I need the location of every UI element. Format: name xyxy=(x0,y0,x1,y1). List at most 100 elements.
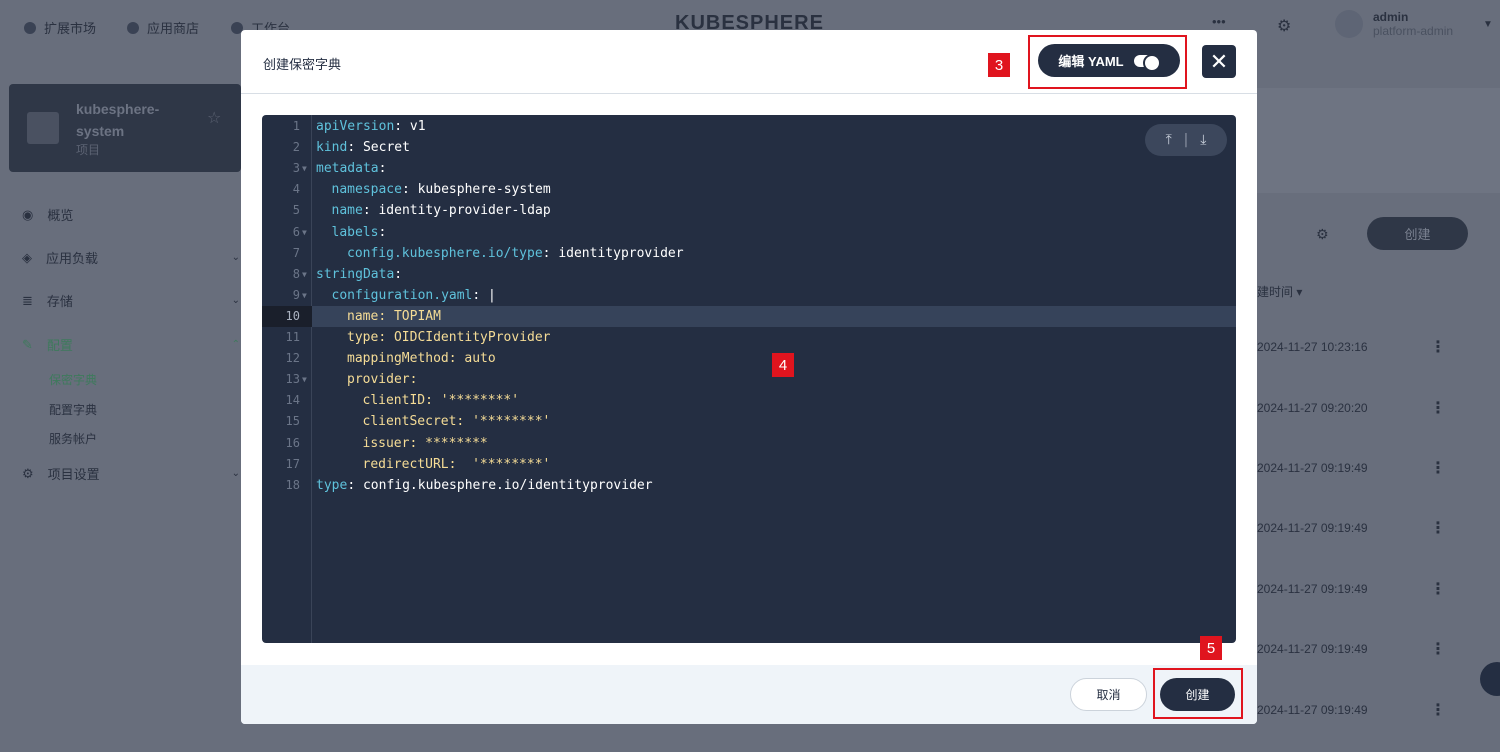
yaml-key: configuration.yaml xyxy=(332,288,473,303)
yaml-key: redirectURL xyxy=(363,457,449,472)
fold-arrow-icon[interactable]: ▼ xyxy=(302,264,307,285)
yaml-key: name xyxy=(332,203,363,218)
row-created-time: 2024-11-27 09:19:49 xyxy=(1257,582,1368,596)
step-badge-3: 3 xyxy=(988,53,1010,77)
download-icon[interactable]: ⤓ xyxy=(1200,132,1206,148)
code-line: 3▼metadata: xyxy=(262,158,1236,179)
gear-icon[interactable]: ⚙ xyxy=(1316,226,1329,243)
yaml-value: '********' xyxy=(464,414,550,429)
project-type: 项目 xyxy=(76,141,100,158)
line-number: 5 xyxy=(262,200,300,221)
code-line: 12mappingMethod: auto xyxy=(262,348,1236,369)
cancel-button[interactable]: 取消 xyxy=(1070,678,1147,711)
row-created-time: 2024-11-27 10:23:16 xyxy=(1257,340,1368,354)
settings-gear-icon[interactable]: ⚙ xyxy=(1277,16,1291,36)
more-actions-icon[interactable]: ⋮ xyxy=(1430,337,1446,357)
code-text: config.kubesphere.io/type: identityprovi… xyxy=(347,243,684,264)
line-number: 13 xyxy=(262,369,300,390)
yaml-key: metadata xyxy=(316,161,379,176)
line-number: 1 xyxy=(262,116,300,137)
project-icon xyxy=(27,112,59,144)
nav-extensions[interactable]: 扩展市场 xyxy=(24,18,96,37)
yaml-key: config.kubesphere.io/type xyxy=(347,246,543,261)
more-actions-icon[interactable]: ⋮ xyxy=(1430,398,1446,418)
highlight-box-yaml xyxy=(1028,35,1187,89)
appstore-icon xyxy=(127,22,139,34)
yaml-colon: : xyxy=(425,393,433,408)
star-icon[interactable]: ☆ xyxy=(207,108,221,128)
fold-arrow-icon[interactable]: ▼ xyxy=(302,158,307,179)
more-actions-icon[interactable]: ⋮ xyxy=(1430,518,1446,538)
sort-created-time[interactable]: 建时间 ▾ xyxy=(1257,283,1302,300)
chevron-up-icon: ⌃ xyxy=(232,339,240,350)
line-number: 4 xyxy=(262,179,300,200)
row-created-time: 2024-11-27 09:19:49 xyxy=(1257,703,1368,717)
sidebar-subitem-configmaps[interactable]: 配置字典 xyxy=(49,401,97,418)
row-created-time: 2024-11-27 09:20:20 xyxy=(1257,401,1368,415)
overview-icon: ◉ xyxy=(22,207,33,223)
sidebar-subitem-secrets[interactable]: 保密字典 xyxy=(49,371,97,388)
user-role: platform-admin xyxy=(1373,24,1453,38)
sidebar-item-workloads[interactable]: ◈应用负载⌄ xyxy=(22,248,240,267)
code-line: 15 clientSecret: '********' xyxy=(262,411,1236,432)
user-menu[interactable]: adminplatform-admin ▼ xyxy=(1335,10,1493,38)
nav-label: 扩展市场 xyxy=(44,18,96,37)
nav-appstore[interactable]: 应用商店 xyxy=(127,18,199,37)
sidebar-item-project-settings[interactable]: ⚙项目设置⌄ xyxy=(22,464,240,483)
yaml-colon: : xyxy=(347,478,355,493)
upload-icon[interactable]: ⤒ xyxy=(1166,132,1172,148)
row-created-time: 2024-11-27 09:19:49 xyxy=(1257,521,1368,535)
sidebar-item-storage[interactable]: ≣存储⌄ xyxy=(22,291,240,310)
help-fab-button[interactable] xyxy=(1480,662,1500,696)
close-icon: ✕ xyxy=(1210,49,1228,75)
code-text: redirectURL: '********' xyxy=(363,454,551,475)
close-button[interactable]: ✕ xyxy=(1202,45,1236,78)
sidebar-item-config[interactable]: ✎ 配置 ⌃ xyxy=(22,335,240,354)
yaml-value: | xyxy=(480,288,496,303)
code-line: 7config.kubesphere.io/type: identityprov… xyxy=(262,243,1236,264)
chevron-down-icon: ⌄ xyxy=(232,468,240,479)
editor-tools: ⤒|⤓ xyxy=(1145,124,1227,156)
yaml-value: auto xyxy=(457,351,496,366)
apps-menu-icon[interactable]: ••• xyxy=(1212,14,1226,29)
step-badge-4: 4 xyxy=(772,353,794,377)
yaml-colon: : xyxy=(378,225,386,240)
sidebar-label: 配置 xyxy=(47,335,73,354)
step-badge-5: 5 xyxy=(1200,636,1222,660)
code-line: 9▼configuration.yaml: | xyxy=(262,285,1236,306)
more-actions-icon[interactable]: ⋮ xyxy=(1430,579,1446,599)
more-actions-icon[interactable]: ⋮ xyxy=(1430,458,1446,478)
row-created-time: 2024-11-27 09:19:49 xyxy=(1257,642,1368,656)
yaml-colon: : xyxy=(347,140,355,155)
yaml-value: identity-provider-ldap xyxy=(371,203,551,218)
line-number: 14 xyxy=(262,390,300,411)
code-text: namespace: kubesphere-system xyxy=(332,179,551,200)
fold-arrow-icon[interactable]: ▼ xyxy=(302,222,307,243)
more-actions-icon[interactable]: ⋮ xyxy=(1430,639,1446,659)
yaml-colon: : xyxy=(394,119,402,134)
fold-arrow-icon[interactable]: ▼ xyxy=(302,285,307,306)
fold-arrow-icon[interactable]: ▼ xyxy=(302,369,307,390)
line-number: 9 xyxy=(262,285,300,306)
yaml-value: ******** xyxy=(417,436,487,451)
background-create-button[interactable]: 创建 xyxy=(1367,217,1468,250)
code-line: 18type: config.kubesphere.io/identitypro… xyxy=(262,475,1236,496)
sidebar-label: 应用负载 xyxy=(46,248,98,267)
code-text: apiVersion: v1 xyxy=(316,116,426,137)
code-text: metadata: xyxy=(316,158,386,179)
line-number: 8 xyxy=(262,264,300,285)
code-line: 2kind: Secret xyxy=(262,137,1236,158)
line-number: 15 xyxy=(262,411,300,432)
code-text: clientSecret: '********' xyxy=(363,411,551,432)
code-line: 11type: OIDCIdentityProvider xyxy=(262,327,1236,348)
sidebar-subitem-serviceaccounts[interactable]: 服务帐户 xyxy=(49,430,97,447)
yaml-key: type xyxy=(347,330,378,345)
highlight-box-create xyxy=(1153,668,1243,719)
yaml-key: name xyxy=(347,309,378,324)
project-card[interactable]: kubesphere-system 项目 ☆ xyxy=(9,84,241,172)
yaml-editor[interactable]: 1apiVersion: v12kind: Secret3▼metadata:4… xyxy=(262,115,1236,643)
yaml-key: stringData xyxy=(316,267,394,282)
config-icon: ✎ xyxy=(22,337,33,353)
more-actions-icon[interactable]: ⋮ xyxy=(1430,700,1446,720)
sidebar-item-overview[interactable]: ◉概览 xyxy=(22,205,240,224)
